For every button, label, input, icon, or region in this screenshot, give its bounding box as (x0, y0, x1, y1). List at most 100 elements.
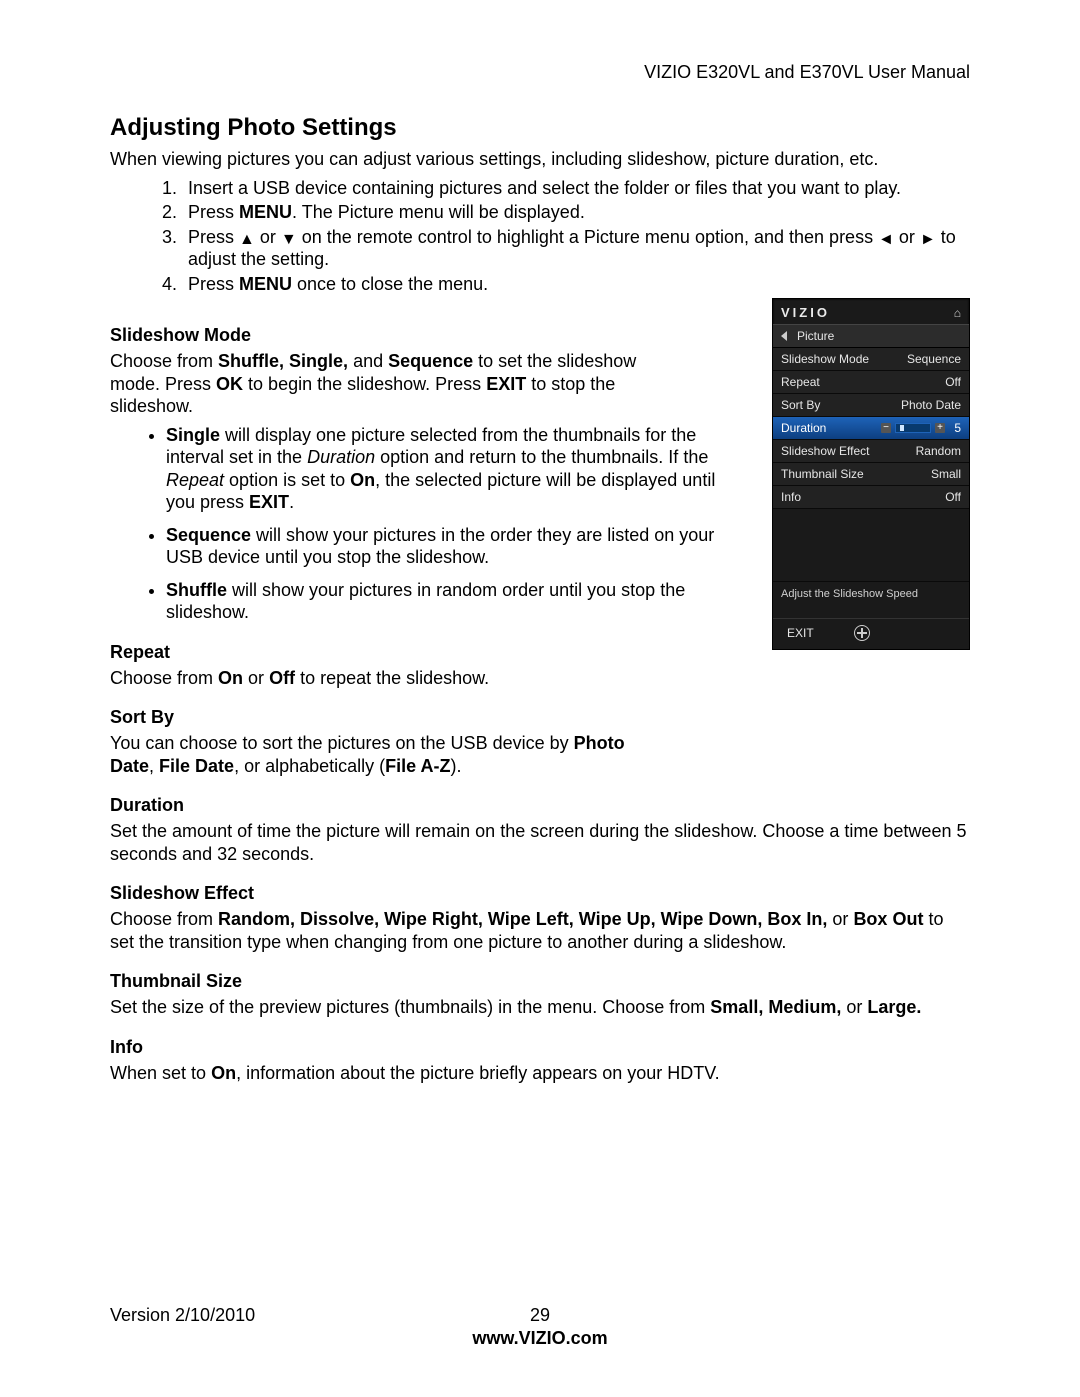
tv-osd-menu: VIZIO ⌂ Picture Slideshow Mode Sequence … (772, 298, 970, 650)
text: and (348, 351, 388, 371)
text: or (243, 668, 269, 688)
footer-page-number: 29 (397, 1305, 684, 1326)
arrow-down-icon: ▼ (281, 232, 297, 248)
osd-row-label: Slideshow Mode (781, 352, 869, 366)
text: Press (188, 227, 239, 247)
repeat-desc: Choose from On or Off to repeat the slid… (110, 667, 670, 690)
slideshow-effect-desc: Choose from Random, Dissolve, Wipe Right… (110, 908, 970, 953)
osd-brand: VIZIO (781, 305, 830, 320)
arrow-right-icon: ► (920, 232, 936, 248)
bold: On (350, 470, 375, 490)
text: Choose from (110, 351, 218, 371)
osd-row-value: Random (916, 444, 961, 458)
text: When set to (110, 1063, 211, 1083)
manual-page: VIZIO E320VL and E370VL User Manual Adju… (0, 0, 1080, 1397)
text: will show your pictures in random order … (166, 580, 685, 623)
text: ). (450, 756, 461, 776)
footer-version: Version 2/10/2010 (110, 1305, 397, 1326)
text: to begin the slideshow. Press (243, 374, 486, 394)
bold: Shuffle, Single, (218, 351, 348, 371)
step-3: Press ▲ or ▼ on the remote control to hi… (182, 226, 970, 271)
osd-row-label: Info (781, 490, 801, 504)
osd-duration-slider[interactable]: − + 5 (881, 421, 961, 435)
bold: Large. (867, 997, 921, 1017)
thumbnail-size-desc: Set the size of the preview pictures (th… (110, 996, 970, 1019)
bold: EXIT (249, 492, 289, 512)
home-icon: ⌂ (954, 306, 961, 320)
osd-row-slideshow-effect[interactable]: Slideshow Effect Random (773, 440, 969, 463)
subhead-info: Info (110, 1037, 970, 1058)
bold: EXIT (486, 374, 526, 394)
arrow-left-icon: ◄ (878, 232, 894, 248)
text: or (827, 909, 853, 929)
bold: Small, Medium, (710, 997, 841, 1017)
text: , information about the picture briefly … (236, 1063, 720, 1083)
info-desc: When set to On, information about the pi… (110, 1062, 970, 1085)
osd-row-value: Off (945, 375, 961, 389)
bold: File Date (159, 756, 234, 776)
slider-track[interactable] (895, 423, 931, 433)
text: , (149, 756, 159, 776)
arrow-left-icon (781, 331, 787, 341)
bullet-single: Single will display one picture selected… (166, 424, 726, 514)
text: Press (188, 202, 239, 222)
intro-paragraph: When viewing pictures you can adjust var… (110, 148, 970, 171)
minus-icon[interactable]: − (881, 423, 891, 433)
text: option is set to (224, 470, 350, 490)
subhead-thumbnail-size: Thumbnail Size (110, 971, 970, 992)
slideshow-mode-bullets: Single will display one picture selected… (110, 424, 726, 624)
subhead-duration: Duration (110, 795, 970, 816)
osd-row-thumbnail-size[interactable]: Thumbnail Size Small (773, 463, 969, 486)
osd-row-label: Repeat (781, 375, 820, 389)
osd-tab-picture[interactable]: Picture (773, 324, 969, 348)
slideshow-mode-desc: Choose from Shuffle, Single, and Sequenc… (110, 350, 670, 418)
bold: OK (216, 374, 243, 394)
osd-row-repeat[interactable]: Repeat Off (773, 371, 969, 394)
bold: Box Out (853, 909, 923, 929)
osd-footer: EXIT (773, 618, 969, 649)
text: to repeat the slideshow. (295, 668, 489, 688)
osd-hint-text: Adjust the Slideshow Speed (773, 581, 969, 618)
osd-row-sort-by[interactable]: Sort By Photo Date (773, 394, 969, 417)
text: option and return to the thumbnails. If … (375, 447, 708, 467)
page-title: Adjusting Photo Settings (110, 114, 970, 142)
bold: On (218, 668, 243, 688)
osd-header: VIZIO ⌂ (773, 299, 969, 324)
osd-row-value: Photo Date (901, 398, 961, 412)
duration-desc: Set the amount of time the picture will … (110, 820, 970, 865)
text: You can choose to sort the pictures on t… (110, 733, 574, 753)
osd-row-value: Small (931, 467, 961, 481)
osd-duration-value: 5 (949, 421, 961, 435)
text: Press (188, 274, 239, 294)
menu-key: MENU (239, 274, 292, 294)
text: once to close the menu. (292, 274, 488, 294)
page-footer: Version 2/10/2010 29 www.VIZIO.com (110, 1305, 970, 1349)
osd-blank-area (773, 509, 969, 581)
osd-row-slideshow-mode[interactable]: Slideshow Mode Sequence (773, 348, 969, 371)
osd-tab-label: Picture (797, 329, 834, 343)
osd-row-duration[interactable]: Duration − + 5 (773, 417, 969, 440)
step-4: Press MENU once to close the menu. (182, 273, 970, 296)
text: on the remote control to highlight a Pic… (297, 227, 878, 247)
header-product-line: VIZIO E320VL and E370VL User Manual (644, 62, 970, 83)
menu-key: MENU (239, 202, 292, 222)
osd-row-info[interactable]: Info Off (773, 486, 969, 509)
osd-row-label: Duration (781, 421, 826, 435)
osd-menu-list: Slideshow Mode Sequence Repeat Off Sort … (773, 348, 969, 509)
dpad-icon (854, 625, 870, 641)
sort-by-desc: You can choose to sort the pictures on t… (110, 732, 670, 777)
text: Choose from (110, 668, 218, 688)
text: or (255, 227, 281, 247)
text: Choose from (110, 909, 218, 929)
bold: Off (269, 668, 295, 688)
text: or (841, 997, 867, 1017)
bold: Sequence (166, 525, 251, 545)
text: , or alphabetically ( (234, 756, 385, 776)
text: or (894, 227, 920, 247)
bold: File A-Z (385, 756, 450, 776)
osd-exit-label[interactable]: EXIT (787, 626, 814, 640)
bold: Sequence (388, 351, 473, 371)
plus-icon[interactable]: + (935, 423, 945, 433)
bold: Random, Dissolve, Wipe Right, Wipe Left,… (218, 909, 827, 929)
bullet-shuffle: Shuffle will show your pictures in rando… (166, 579, 726, 624)
